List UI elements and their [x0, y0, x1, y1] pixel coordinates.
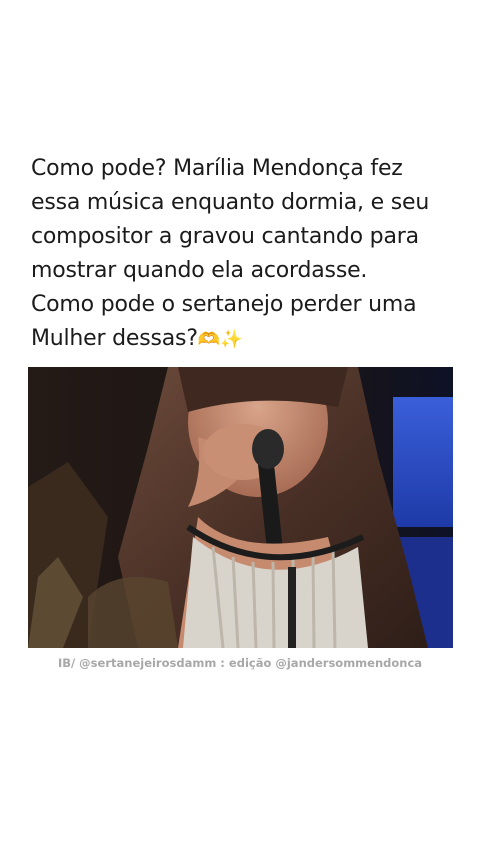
caption-line-6-text: Mulher dessas?	[31, 326, 198, 351]
image-credit: IB/ @sertanejeirosdamm : edição @janders…	[57, 656, 423, 670]
caption-line-2: essa música enquanto dormia, e seu	[31, 190, 430, 215]
singer-video-image	[28, 367, 453, 648]
caption-line-6: Mulher dessas?🫶✨	[31, 322, 461, 357]
caption-line-5: Como pode o sertanejo perder uma	[31, 292, 417, 317]
post-caption: Como pode? Marília Mendonça fez essa mús…	[31, 152, 461, 357]
caption-line-3: compositor a gravou cantando para	[31, 224, 419, 249]
caption-line-1: Como pode? Marília Mendonça fez	[31, 156, 403, 181]
video-still-frame[interactable]	[28, 367, 453, 648]
heart-hands-sparkles-icon: 🫶✨	[197, 329, 243, 350]
caption-line-4: mostrar quando ela acordasse.	[31, 258, 368, 283]
